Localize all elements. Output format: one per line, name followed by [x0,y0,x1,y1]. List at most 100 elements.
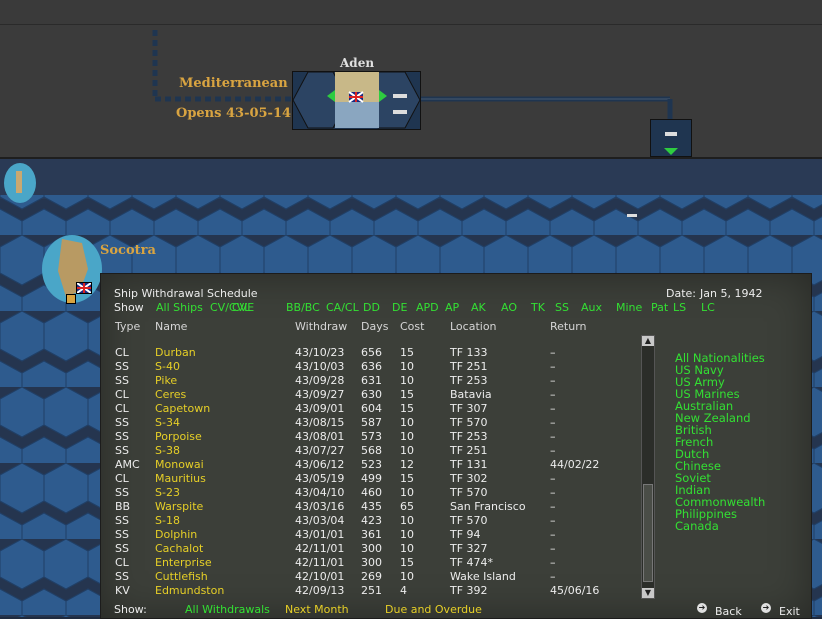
table-row[interactable]: CL Mauritius 43/05/19 499 15 TF 302 – [101,472,621,486]
cell-return: 45/06/16 [550,584,600,597]
table-scrollbar[interactable]: ▲ ▼ [641,335,655,599]
table-row[interactable]: SS Cuttlefish 42/10/01 269 10 Wake Island – [101,570,621,584]
filter-bb-bc[interactable]: BB/BC [286,301,320,315]
aden-label: Aden [340,56,375,70]
mediterranean-label[interactable]: Mediterranean [179,76,288,91]
cell-name[interactable]: Enterprise [155,556,212,569]
table-row[interactable]: CL Capetown 43/09/01 604 15 TF 307 – [101,402,621,416]
cell-name[interactable]: Cachalot [155,542,203,555]
filter-aux[interactable]: Aux [581,301,602,315]
col-name[interactable]: Name [155,320,187,334]
cell-days: 587 [361,416,382,429]
filter-ca-cl[interactable]: CA/CL [326,301,359,315]
due-overdue-button[interactable]: Due and Overdue [385,603,482,617]
cell-days: 361 [361,528,382,541]
filter-tk[interactable]: TK [531,301,545,315]
table-row[interactable]: CL Ceres 43/09/27 630 15 Batavia – [101,388,621,402]
cell-location: TF 133 [450,346,488,359]
cell-type: SS [115,528,129,541]
cell-cost: 65 [400,500,414,513]
cell-days: 604 [361,402,382,415]
table-row[interactable]: SS S-38 43/07/27 568 10 TF 251 – [101,444,621,458]
filter-cve[interactable]: CVE [232,301,254,315]
cell-type: KV [115,584,130,597]
uk-flag-icon[interactable] [76,282,92,294]
filter-lc[interactable]: LC [701,301,715,315]
socotra-label: Socotra [100,243,156,258]
filter-mine[interactable]: Mine [616,301,642,315]
table-row[interactable]: SS S-34 43/08/15 587 10 TF 570 – [101,416,621,430]
aden-base-box[interactable] [292,71,421,130]
scroll-down-button[interactable]: ▼ [642,588,654,598]
filter-ap[interactable]: AP [445,301,459,315]
table-row[interactable]: KV Edmundston 42/09/13 251 4 TF 392 45/06/16 [101,584,621,598]
next-month-button[interactable]: Next Month [285,603,349,617]
filter-ak[interactable]: AK [471,301,486,315]
table-row[interactable]: CL Durban 43/10/23 656 15 TF 133 – [101,346,621,360]
cell-name[interactable]: Durban [155,346,196,359]
cell-days: 573 [361,430,382,443]
taskforce-box[interactable] [650,119,692,157]
base-marker-icon[interactable] [66,294,76,304]
cell-name[interactable]: S-34 [155,416,180,429]
filter-dd[interactable]: DD [363,301,380,315]
offmap-strip: Mediterranean Opens 43-05-14 Aden [0,25,822,159]
cell-name[interactable]: Mauritius [155,472,206,485]
cell-location: TF 570 [450,486,488,499]
cell-cost: 10 [400,542,414,555]
col-location[interactable]: Location [450,320,497,334]
cell-name[interactable]: Monowai [155,458,204,471]
withdrawal-table: CL Durban 43/10/23 656 15 TF 133 – SS S-40 43/10/… [101,346,641,606]
cell-return: – [550,486,556,499]
cell-name[interactable]: Edmundston [155,584,224,597]
cell-withdraw: 42/11/01 [295,556,345,569]
table-row[interactable]: SS Pike 43/09/28 631 10 TF 253 – [101,374,621,388]
table-row[interactable]: SS Dolphin 43/01/01 361 10 TF 94 – [101,528,621,542]
cell-name[interactable]: Ceres [155,388,186,401]
aden-hex-icon [293,72,420,129]
table-row[interactable]: BB Warspite 43/03/16 435 65 San Francisco – [101,500,621,514]
table-row[interactable]: CL Enterprise 42/11/01 300 15 TF 474* – [101,556,621,570]
filter-ao[interactable]: AO [501,301,517,315]
table-row[interactable]: SS S-40 43/10/03 636 10 TF 251 – [101,360,621,374]
cell-withdraw: 43/03/04 [295,514,345,527]
cell-days: 523 [361,458,382,471]
filter-ss[interactable]: SS [555,301,569,315]
scroll-up-button[interactable]: ▲ [642,336,654,346]
table-row[interactable]: SS Porpoise 43/08/01 573 10 TF 253 – [101,430,621,444]
cell-name[interactable]: S-23 [155,486,180,499]
back-arrow-icon[interactable]: ➔ [697,603,707,613]
all-withdrawals-button[interactable]: All Withdrawals [185,603,270,617]
filter-de[interactable]: DE [392,301,407,315]
col-cost[interactable]: Cost [400,320,424,334]
table-row[interactable]: SS S-23 43/04/10 460 10 TF 570 – [101,486,621,500]
cell-name[interactable]: Warspite [155,500,203,513]
col-withdraw[interactable]: Withdraw [295,320,347,334]
cell-days: 300 [361,542,382,555]
nationality-canada[interactable]: Canada [675,520,719,532]
table-row[interactable]: SS S-18 43/03/04 423 10 TF 570 – [101,514,621,528]
cell-name[interactable]: S-18 [155,514,180,527]
cell-name[interactable]: Porpoise [155,430,202,443]
cell-name[interactable]: S-40 [155,360,180,373]
cell-name[interactable]: Capetown [155,402,210,415]
ship-withdrawal-panel: Ship Withdrawal Schedule Date: Jan 5, 19… [100,273,812,619]
cell-name[interactable]: Cuttlefish [155,570,208,583]
cell-name[interactable]: Pike [155,374,177,387]
cell-return: – [550,430,556,443]
scroll-thumb[interactable] [643,484,653,582]
cell-name[interactable]: Dolphin [155,528,197,541]
filter-apd[interactable]: APD [416,301,439,315]
cell-cost: 15 [400,346,414,359]
col-type[interactable]: Type [115,320,140,334]
col-return[interactable]: Return [550,320,587,334]
filter-pat[interactable]: Pat [651,301,668,315]
filter-ls[interactable]: LS [673,301,686,315]
filter-all-ships[interactable]: All Ships [156,301,203,315]
cell-withdraw: 43/10/03 [295,360,345,373]
exit-arrow-icon[interactable]: ➔ [761,603,771,613]
col-days[interactable]: Days [361,320,388,334]
table-row[interactable]: SS Cachalot 42/11/01 300 10 TF 327 – [101,542,621,556]
table-row[interactable]: AMC Monowai 43/06/12 523 12 TF 131 44/02/22 [101,458,621,472]
cell-name[interactable]: S-38 [155,444,180,457]
